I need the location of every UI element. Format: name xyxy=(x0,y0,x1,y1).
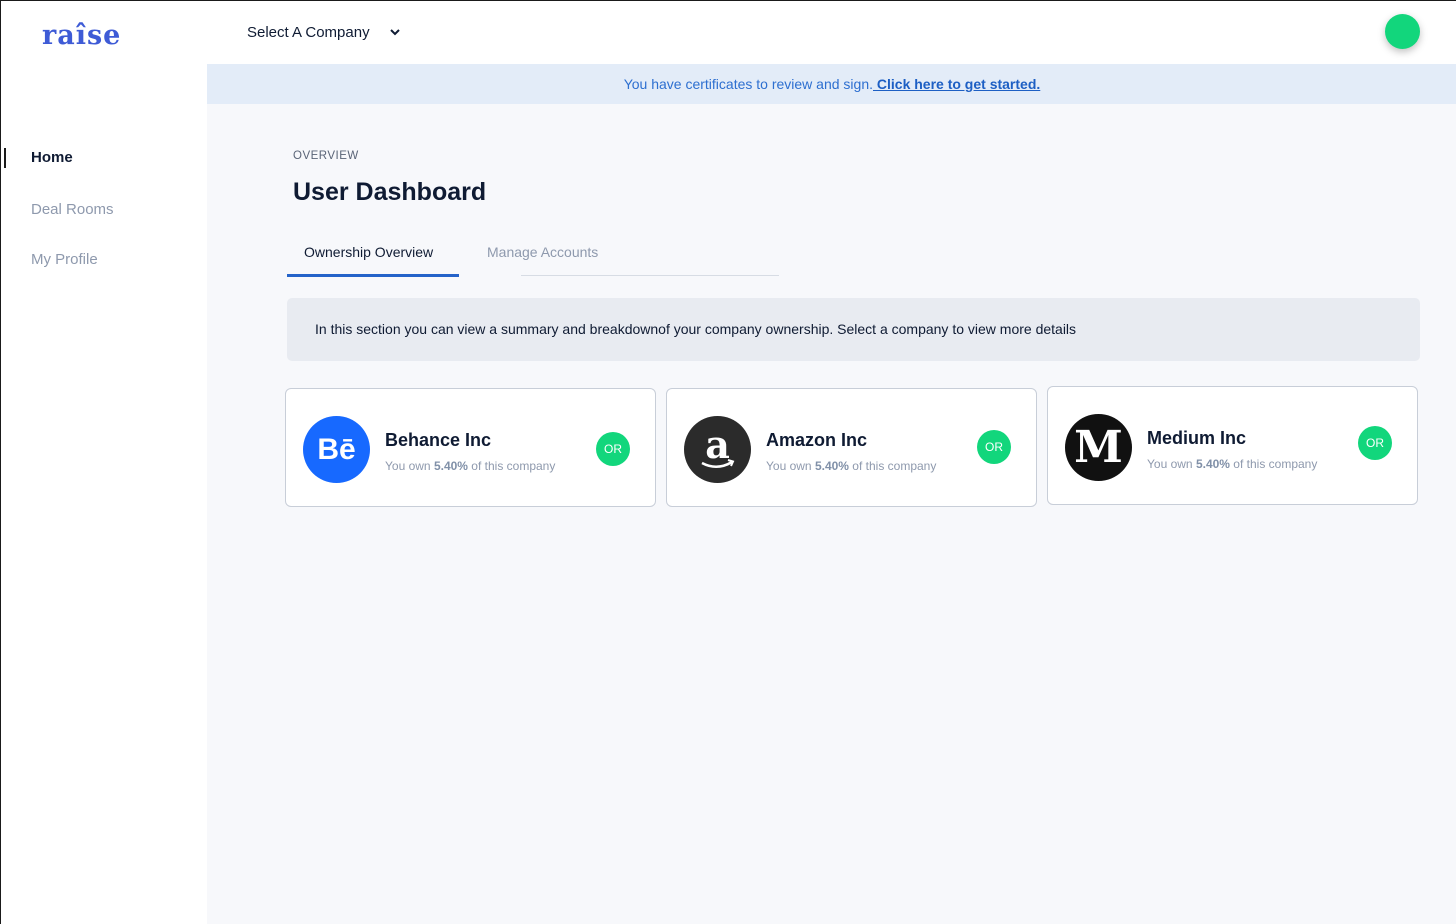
user-avatar[interactable] xyxy=(1385,14,1420,49)
company-select-dropdown[interactable]: Select A Company xyxy=(247,24,400,41)
top-header: Select A Company xyxy=(207,2,1456,64)
sidebar-item-home[interactable]: Home xyxy=(31,149,73,166)
ownership-text: You own 5.40% of this company xyxy=(385,459,556,473)
company-card-medium[interactable]: M Medium Inc You own 5.40% of this compa… xyxy=(1047,386,1418,505)
banner-get-started-link[interactable]: Click here to get started. xyxy=(873,76,1040,92)
nav-active-indicator xyxy=(4,148,6,168)
sidebar: raîse Home Deal Rooms My Profile xyxy=(2,2,207,924)
info-box: In this section you can view a summary a… xyxy=(287,298,1420,361)
ownership-percent: 5.40% xyxy=(814,459,849,473)
company-name: Amazon Inc xyxy=(766,430,868,450)
tabs-divider xyxy=(521,275,779,276)
page-title: User Dashboard xyxy=(293,178,487,206)
company-name: Medium Inc xyxy=(1147,428,1247,448)
sidebar-item-my-profile[interactable]: My Profile xyxy=(31,251,98,268)
or-badge[interactable]: OR xyxy=(596,432,630,466)
company-select-label: Select A Company xyxy=(247,24,370,41)
ownership-percent: 5.40% xyxy=(433,459,468,473)
brand-logo[interactable]: raîse xyxy=(42,20,121,51)
main-content: OVERVIEW User Dashboard Ownership Overvi… xyxy=(207,104,1456,924)
ownership-percent: 5.40% xyxy=(1195,457,1230,471)
active-tab-underline xyxy=(287,274,459,277)
tab-ownership-overview[interactable]: Ownership Overview xyxy=(304,244,433,260)
amazon-logo-icon: a xyxy=(684,416,751,483)
company-card-amazon[interactable]: a Amazon Inc You own 5.40% of this compa… xyxy=(666,388,1037,507)
banner-text: You have certificates to review and sign… xyxy=(623,76,873,92)
company-card-behance[interactable]: Bē Behance Inc You own 5.40% of this com… xyxy=(285,388,656,507)
tab-manage-accounts[interactable]: Manage Accounts xyxy=(487,244,598,260)
section-overline: OVERVIEW xyxy=(293,150,359,162)
medium-logo-icon: M xyxy=(1065,414,1132,481)
behance-logo-icon: Bē xyxy=(303,416,370,483)
app-frame: raîse Home Deal Rooms My Profile Select … xyxy=(0,0,1456,924)
certificate-banner: You have certificates to review and sign… xyxy=(207,64,1456,104)
or-badge[interactable]: OR xyxy=(977,430,1011,464)
svg-text:a: a xyxy=(705,422,730,467)
ownership-text: You own 5.40% of this company xyxy=(766,459,937,473)
sidebar-item-deal-rooms[interactable]: Deal Rooms xyxy=(31,201,114,218)
or-badge[interactable]: OR xyxy=(1358,426,1392,460)
ownership-text: You own 5.40% of this company xyxy=(1147,457,1318,471)
company-name: Behance Inc xyxy=(385,430,492,450)
chevron-down-icon xyxy=(389,27,400,39)
